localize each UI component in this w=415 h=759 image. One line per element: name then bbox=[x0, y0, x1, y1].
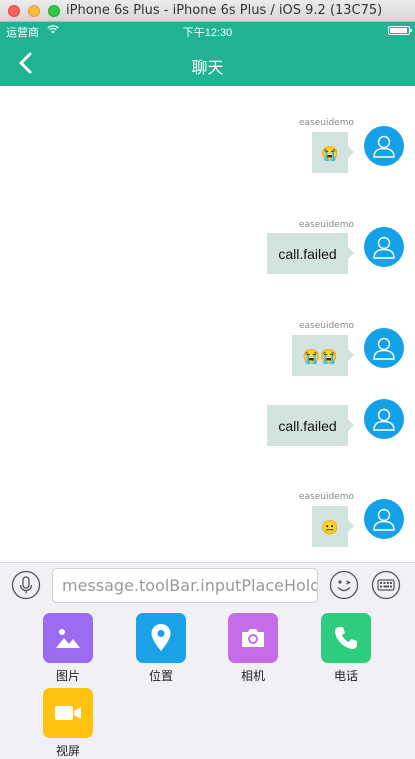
picture-icon bbox=[43, 613, 93, 663]
user-icon bbox=[373, 408, 395, 431]
message-bubble[interactable]: 😐 bbox=[312, 506, 354, 547]
picture-button[interactable]: 图片 bbox=[33, 613, 103, 684]
message-bubble[interactable]: call.failed bbox=[267, 405, 354, 446]
camera-label: 相机 bbox=[240, 669, 265, 683]
message-bubble[interactable]: call.failed bbox=[267, 233, 354, 274]
picture-label: 图片 bbox=[55, 669, 80, 683]
emoji-content: 😐 bbox=[321, 518, 339, 535]
user-icon bbox=[373, 337, 395, 360]
more-functions-panel: 图片 位置 相机 电话 视屏 bbox=[0, 608, 415, 759]
user-icon bbox=[373, 135, 395, 158]
user-icon bbox=[373, 508, 395, 531]
sender-nickname: easeuidemo bbox=[298, 492, 354, 502]
window-title-bar: iPhone 6s Plus - iPhone 6s Plus / iOS 9.… bbox=[0, 0, 415, 22]
emoji-content: 😭 bbox=[321, 144, 339, 161]
sender-nickname: easeuidemo bbox=[298, 220, 354, 230]
window-close-button[interactable] bbox=[8, 5, 20, 17]
phone-label: 电话 bbox=[333, 669, 358, 683]
window-minimize-button[interactable] bbox=[28, 5, 40, 17]
navigation-bar: 聊天 bbox=[0, 40, 415, 86]
camera-button[interactable]: 相机 bbox=[218, 613, 288, 684]
status-bar: 运营商 下午12:30 bbox=[0, 22, 415, 40]
input-toolbar: message.toolBar.inputPlaceHolder bbox=[0, 562, 415, 608]
video-label: 视屏 bbox=[55, 744, 80, 758]
sender-nickname: easeuidemo bbox=[298, 118, 354, 128]
avatar[interactable] bbox=[364, 126, 404, 166]
message-bubble[interactable]: 😭😭 bbox=[292, 335, 354, 376]
message-list[interactable]: easeuidemo 😭 easeuidemo call.failed ease… bbox=[0, 86, 415, 562]
phone-icon bbox=[321, 613, 371, 663]
camera-icon bbox=[228, 613, 278, 663]
window-zoom-button[interactable] bbox=[48, 5, 60, 17]
location-icon bbox=[136, 613, 186, 663]
page-title: 聊天 bbox=[191, 58, 224, 77]
location-button[interactable]: 位置 bbox=[126, 613, 196, 684]
status-time: 下午12:30 bbox=[182, 27, 233, 39]
keyboard-button[interactable] bbox=[371, 570, 401, 600]
location-label: 位置 bbox=[148, 669, 173, 683]
smiley-icon bbox=[329, 570, 359, 600]
sender-nickname: easeuidemo bbox=[298, 321, 354, 331]
phone-button[interactable]: 电话 bbox=[311, 613, 381, 684]
window-title: iPhone 6s Plus - iPhone 6s Plus / iOS 9.… bbox=[66, 3, 383, 18]
avatar[interactable] bbox=[364, 499, 404, 539]
emoji-button[interactable] bbox=[329, 570, 359, 600]
keyboard-icon bbox=[371, 570, 401, 600]
message-bubble[interactable]: 😭 bbox=[312, 132, 354, 173]
microphone-icon bbox=[11, 570, 41, 600]
avatar[interactable] bbox=[364, 227, 404, 267]
message-text: call.failed bbox=[278, 417, 337, 434]
message-input[interactable]: message.toolBar.inputPlaceHolder bbox=[52, 568, 318, 603]
avatar[interactable] bbox=[364, 399, 404, 439]
video-icon bbox=[43, 688, 93, 738]
user-icon bbox=[373, 236, 395, 259]
video-button[interactable]: 视屏 bbox=[33, 688, 103, 759]
message-text: call.failed bbox=[278, 245, 337, 262]
avatar[interactable] bbox=[364, 328, 404, 368]
voice-button[interactable] bbox=[11, 570, 41, 600]
battery-icon bbox=[388, 26, 412, 35]
emoji-content: 😭😭 bbox=[302, 347, 338, 364]
